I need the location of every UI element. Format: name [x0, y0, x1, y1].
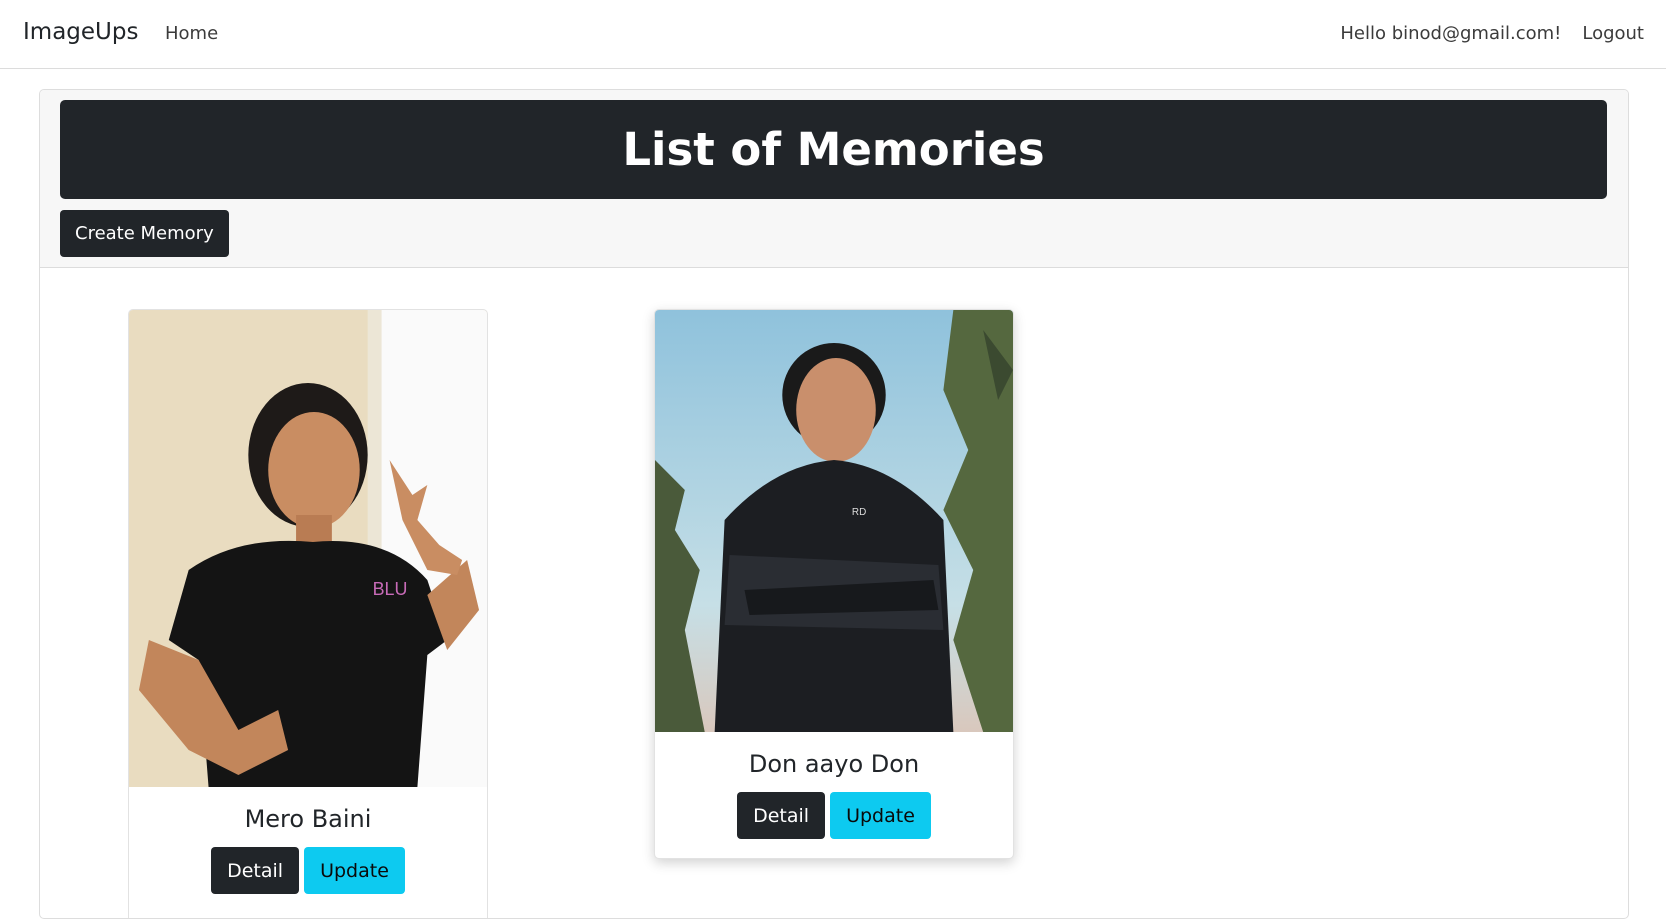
nav-user-area: Hello binod@gmail.com! Logout	[1340, 23, 1644, 44]
memory-actions: Detail Update	[655, 792, 1013, 839]
svg-text:BLU: BLU	[373, 579, 408, 599]
memory-photo[interactable]: BLU	[129, 310, 487, 787]
memory-photo[interactable]: RD	[655, 310, 1013, 732]
brand-link[interactable]: ImageUps	[23, 19, 138, 45]
memory-card: BLU Mero Baini Detail Update	[128, 309, 488, 918]
memories-card: List of Memories Create Memory BLU Mero …	[39, 89, 1629, 919]
detail-button[interactable]: Detail	[211, 847, 300, 894]
navbar: ImageUps Home Hello binod@gmail.com! Log…	[0, 0, 1666, 69]
user-greeting: Hello binod@gmail.com!	[1340, 23, 1562, 44]
title-banner: List of Memories	[60, 100, 1607, 199]
update-button[interactable]: Update	[304, 847, 405, 894]
create-memory-button[interactable]: Create Memory	[60, 210, 229, 257]
update-button[interactable]: Update	[830, 792, 931, 839]
svg-text:RD: RD	[852, 507, 866, 518]
page-title: List of Memories	[622, 123, 1045, 176]
logout-link[interactable]: Logout	[1582, 23, 1644, 44]
memory-title: Mero Baini	[244, 805, 372, 833]
memory-card: RD Don aayo Don Detail Update	[654, 309, 1014, 859]
nav-home-link[interactable]: Home	[165, 23, 218, 44]
detail-button[interactable]: Detail	[737, 792, 826, 839]
memory-title: Don aayo Don	[748, 750, 920, 778]
card-header: List of Memories Create Memory	[40, 90, 1628, 268]
memory-actions: Detail Update	[129, 847, 487, 894]
